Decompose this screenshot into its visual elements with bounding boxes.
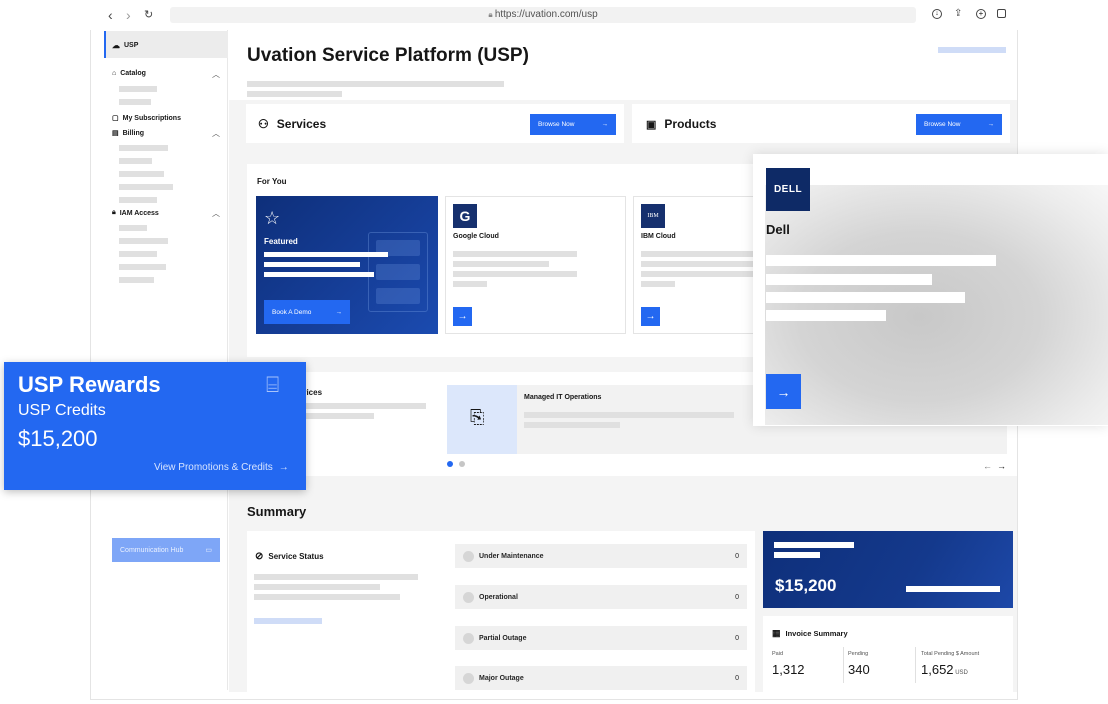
google-cloud-arrow-button[interactable]: →	[453, 307, 472, 326]
status-partial-outage: Partial Outage 0	[455, 626, 747, 650]
sidebar-item-iam-access[interactable]: 🔒︎ IAM Access	[112, 209, 159, 217]
new-tab-icon[interactable]: +	[976, 9, 986, 19]
summary-title: Summary	[247, 504, 307, 519]
pending-value: 340	[848, 662, 870, 677]
cloud-icon: ☁	[112, 41, 120, 50]
paid-value: 1,312	[772, 662, 805, 677]
invoice-icon: ▦	[772, 628, 781, 638]
dell-logo: DELL	[766, 168, 810, 211]
download-icon[interactable]: ↓	[932, 9, 942, 19]
arrow-right-icon: →	[601, 121, 609, 128]
catalog-icon: ⌂	[112, 70, 117, 77]
total-label: Total Pending $ Amount	[921, 651, 980, 657]
dell-title: Dell	[766, 222, 790, 237]
chevron-up-icon[interactable]: ︿	[212, 208, 220, 219]
arrow-right-icon: →	[335, 308, 343, 316]
partial-outage-icon	[463, 632, 474, 644]
service-status-title: ⊘ Service Status	[255, 551, 324, 562]
google-cloud-title: Google Cloud	[453, 233, 499, 240]
tabs-icon[interactable]	[997, 9, 1006, 18]
billing-icon: ▤	[112, 130, 119, 137]
dell-arrow-button[interactable]: →	[766, 374, 801, 409]
rewards-card: USP Rewards USP Credits $15,200 ⌸ View P…	[4, 362, 306, 490]
products-title: ▣ Products	[646, 117, 717, 131]
gift-icon: ⌸	[266, 372, 280, 397]
book-demo-button[interactable]: Book A Demo →	[264, 300, 350, 324]
reload-icon[interactable]: ↻	[144, 8, 153, 21]
services-icon: ⚇	[258, 117, 269, 131]
status-major-outage: Major Outage 0	[455, 666, 747, 690]
ibm-logo: IBM	[641, 204, 665, 228]
google-logo: G	[453, 204, 477, 228]
sidebar-item-usp-label: ☁ USP	[112, 41, 139, 50]
arrow-right-icon: →	[278, 462, 289, 473]
rewards-title: USP Rewards	[18, 372, 161, 397]
subscriptions-icon: ▢	[112, 115, 119, 122]
address-bar[interactable]: 🔒︎ https://uvation.com/usp	[170, 7, 916, 23]
status-icon: ⊘	[255, 551, 264, 562]
operational-icon	[463, 591, 474, 603]
sidebar-item-catalog[interactable]: ⌂ Catalog	[112, 70, 146, 77]
sidebar-item-my-subscriptions[interactable]: ▢ My Subscriptions	[112, 114, 181, 123]
managed-it-title: Managed IT Operations	[524, 394, 602, 401]
chevron-up-icon[interactable]: ︿	[212, 128, 220, 139]
pending-label: Pending	[848, 651, 869, 657]
invoice-summary-title: ▦ Invoice Summary	[772, 628, 848, 638]
page-title: Uvation Service Platform (USP)	[247, 45, 529, 66]
balance-amount: $15,200	[775, 576, 837, 595]
share-icon[interactable]: ⇪	[954, 8, 962, 19]
balance-card: $15,200	[763, 531, 1013, 608]
services-browse-button[interactable]: Browse Now →	[530, 114, 616, 135]
carousel-dot-active[interactable]	[447, 461, 453, 467]
dell-card-blurred-background	[765, 185, 1108, 425]
chevron-up-icon[interactable]: ︿	[212, 69, 220, 80]
products-icon: ▣	[646, 118, 657, 131]
star-icon: ☆	[264, 208, 281, 228]
view-promotions-link[interactable]: View Promotions & Credits →	[154, 462, 289, 473]
communication-hub-button[interactable]: Communication Hub ▭	[112, 538, 220, 562]
lock-icon: 🔒︎	[112, 209, 116, 216]
for-you-title: For You	[257, 177, 287, 186]
ibm-cloud-title: IBM Cloud	[641, 233, 676, 240]
forward-icon[interactable]: ›	[126, 7, 131, 23]
products-browse-button[interactable]: Browse Now →	[916, 114, 1002, 135]
services-title: ⚇ Services	[258, 117, 327, 131]
rewards-amount: $15,200	[18, 426, 98, 451]
browser-toolbar: ‹ › ↻ 🔒︎ https://uvation.com/usp ↓ ⇪ +	[90, 0, 1018, 30]
status-under-maintenance: Under Maintenance 0	[455, 544, 747, 568]
chat-icon: ▭	[205, 547, 212, 554]
arrow-right-icon: →	[987, 121, 995, 128]
carousel-dot[interactable]	[459, 461, 465, 467]
document-search-icon: ⎘	[470, 407, 485, 427]
status-operational: Operational 0	[455, 585, 747, 609]
featured-card: ☆ Featured Book A Demo →	[256, 196, 438, 334]
maintenance-icon	[463, 550, 474, 562]
ibm-cloud-arrow-button[interactable]: →	[641, 307, 660, 326]
paid-label: Paid	[772, 651, 784, 657]
carousel-next-icon[interactable]: →	[997, 461, 1006, 471]
back-icon[interactable]: ‹	[108, 7, 113, 23]
url-text: https://uvation.com/usp	[494, 9, 598, 20]
featured-label: Featured	[264, 237, 298, 246]
rewards-subtitle: USP Credits	[18, 402, 106, 419]
carousel-prev-icon[interactable]: ←	[983, 461, 992, 471]
sidebar-item-billing[interactable]: ▤ Billing	[112, 129, 144, 138]
major-outage-icon	[463, 672, 474, 684]
total-value: 1,652 USD	[921, 662, 968, 677]
